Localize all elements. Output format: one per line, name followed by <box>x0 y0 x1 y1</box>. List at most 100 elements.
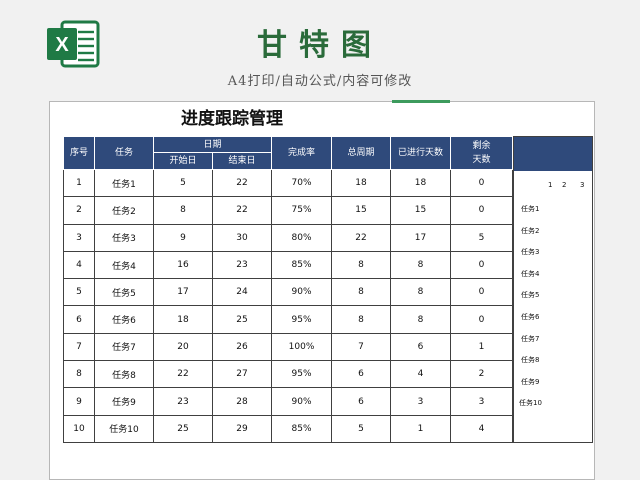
cell-seq[interactable]: 8 <box>63 360 95 389</box>
cell-total[interactable]: 8 <box>331 305 392 334</box>
cell-rate[interactable]: 90% <box>271 278 333 307</box>
header-start[interactable]: 开始日 <box>153 152 213 170</box>
gantt-chart-area: 1 2 3 任务1 任务2 任务3 任务4 任务5 任务6 任务7 任务8 任务9 任务10 <box>513 136 593 443</box>
cell-start[interactable]: 25 <box>153 414 213 444</box>
cell-task[interactable]: 任务9 <box>94 387 154 416</box>
cell-elapsed[interactable]: 8 <box>390 278 452 307</box>
cell-total[interactable]: 5 <box>331 414 392 444</box>
cell-elapsed[interactable]: 8 <box>390 305 452 334</box>
header-total[interactable]: 总周期 <box>331 136 392 170</box>
cell-remain[interactable]: 0 <box>450 250 514 280</box>
cell-elapsed[interactable]: 1 <box>390 414 452 444</box>
cell-elapsed[interactable]: 6 <box>390 332 452 362</box>
table-row: 1 任务1 5 22 70% 18 18 0 <box>63 168 514 198</box>
cell-end[interactable]: 24 <box>211 278 273 307</box>
cell-total[interactable]: 18 <box>331 168 392 198</box>
cell-elapsed[interactable]: 17 <box>390 223 452 252</box>
header-seq[interactable]: 序号 <box>63 136 95 170</box>
cell-start[interactable]: 17 <box>153 278 213 307</box>
cell-end[interactable]: 27 <box>211 360 273 389</box>
cell-end[interactable]: 23 <box>211 250 273 280</box>
cell-task[interactable]: 任务7 <box>94 332 154 362</box>
cell-end[interactable]: 22 <box>211 196 273 225</box>
cell-elapsed[interactable]: 18 <box>390 168 452 198</box>
header-remain-line1: 剩余 <box>472 141 491 151</box>
cell-elapsed[interactable]: 15 <box>390 196 452 225</box>
header-date[interactable]: 日期 <box>152 136 273 153</box>
cell-end[interactable]: 28 <box>211 387 273 416</box>
cell-seq[interactable]: 6 <box>63 305 95 334</box>
cell-rate[interactable]: 95% <box>271 360 333 389</box>
cell-elapsed[interactable]: 8 <box>390 250 452 280</box>
cell-seq[interactable]: 1 <box>63 168 95 198</box>
cell-rate[interactable]: 85% <box>271 414 333 444</box>
cell-start[interactable]: 5 <box>153 168 213 198</box>
cell-remain[interactable]: 1 <box>450 332 514 362</box>
cell-task[interactable]: 任务4 <box>94 250 154 280</box>
cell-total[interactable]: 6 <box>331 360 392 389</box>
cell-total[interactable]: 8 <box>331 250 392 280</box>
cell-remain[interactable]: 0 <box>450 305 514 334</box>
cell-remain[interactable]: 0 <box>450 168 514 198</box>
cell-total[interactable]: 7 <box>331 332 392 362</box>
header-rate[interactable]: 完成率 <box>271 136 333 170</box>
header-end[interactable]: 结束日 <box>211 152 273 170</box>
cell-end[interactable]: 30 <box>211 223 273 252</box>
cell-task[interactable]: 任务5 <box>94 278 154 307</box>
cell-remain[interactable]: 5 <box>450 223 514 252</box>
cell-seq[interactable]: 4 <box>63 250 95 280</box>
cell-rate[interactable]: 70% <box>271 168 333 198</box>
cell-end[interactable]: 22 <box>211 168 273 198</box>
cell-start[interactable]: 9 <box>153 223 213 252</box>
page-subtitle: A4打印/自动公式/内容可修改 <box>227 74 413 89</box>
cell-rate[interactable]: 80% <box>271 223 333 252</box>
cell-seq[interactable]: 7 <box>63 332 95 362</box>
gantt-task-label: 任务7 <box>521 334 540 343</box>
cell-total[interactable]: 8 <box>331 278 392 307</box>
cell-task[interactable]: 任务10 <box>94 414 154 444</box>
cell-rate[interactable]: 100% <box>271 332 333 362</box>
table-row: 10 任务10 25 29 85% 5 1 4 <box>63 414 514 444</box>
cell-remain[interactable]: 4 <box>450 414 514 444</box>
cell-remain[interactable]: 2 <box>450 360 514 389</box>
sheet-title: 进度跟踪管理 <box>181 109 283 129</box>
cell-task[interactable]: 任务6 <box>94 305 154 334</box>
cell-seq[interactable]: 5 <box>63 278 95 307</box>
cell-start[interactable]: 8 <box>153 196 213 225</box>
cell-task[interactable]: 任务8 <box>94 360 154 389</box>
cell-elapsed[interactable]: 3 <box>390 387 452 416</box>
cell-remain[interactable]: 0 <box>450 278 514 307</box>
cell-end[interactable]: 26 <box>211 332 273 362</box>
cell-rate[interactable]: 95% <box>271 305 333 334</box>
cell-end[interactable]: 29 <box>211 414 273 444</box>
cell-total[interactable]: 22 <box>331 223 392 252</box>
cell-elapsed[interactable]: 4 <box>390 360 452 389</box>
cell-seq[interactable]: 2 <box>63 196 95 225</box>
cell-start[interactable]: 20 <box>153 332 213 362</box>
header-task[interactable]: 任务 <box>94 136 154 170</box>
cell-task[interactable]: 任务1 <box>94 168 154 198</box>
header-elapsed[interactable]: 已进行天数 <box>390 136 452 170</box>
cell-rate[interactable]: 75% <box>271 196 333 225</box>
gantt-day-label: 2 <box>562 181 567 189</box>
cell-seq[interactable]: 9 <box>63 387 95 416</box>
cell-start[interactable]: 16 <box>153 250 213 280</box>
cell-start[interactable]: 22 <box>153 360 213 389</box>
cell-rate[interactable]: 90% <box>271 387 333 416</box>
cell-total[interactable]: 15 <box>331 196 392 225</box>
cell-total[interactable]: 6 <box>331 387 392 416</box>
cell-remain[interactable]: 0 <box>450 196 514 225</box>
header-remain[interactable]: 剩余 天数 <box>450 136 514 170</box>
page-title: 甘特图 <box>257 28 383 63</box>
cell-start[interactable]: 18 <box>153 305 213 334</box>
cell-task[interactable]: 任务2 <box>94 196 154 225</box>
cell-remain[interactable]: 3 <box>450 387 514 416</box>
cell-task[interactable]: 任务3 <box>94 223 154 252</box>
cell-seq[interactable]: 3 <box>63 223 95 252</box>
cell-end[interactable]: 25 <box>211 305 273 334</box>
table-row: 7 任务7 20 26 100% 7 6 1 <box>63 332 514 362</box>
cell-rate[interactable]: 85% <box>271 250 333 280</box>
gantt-task-label: 任务3 <box>521 248 540 257</box>
cell-seq[interactable]: 10 <box>63 414 95 444</box>
cell-start[interactable]: 23 <box>153 387 213 416</box>
